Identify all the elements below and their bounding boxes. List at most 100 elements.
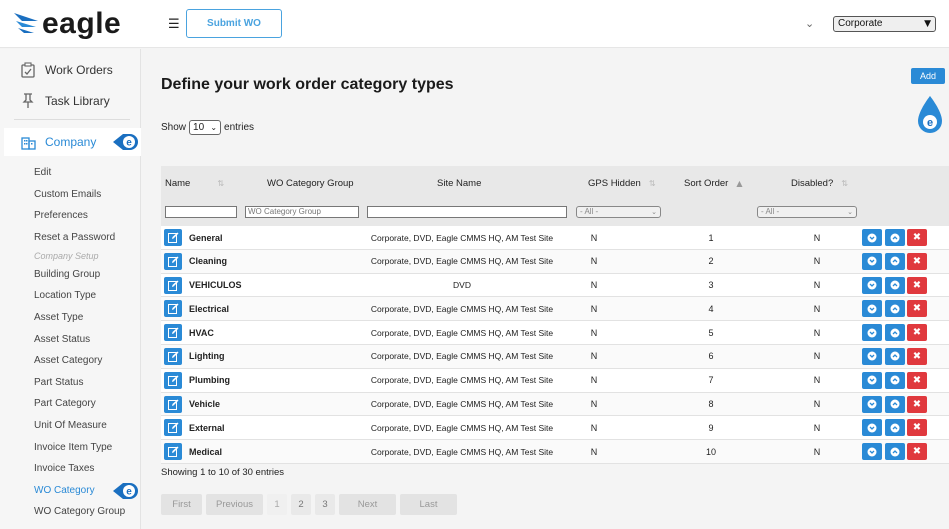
move-down-button[interactable] — [862, 347, 882, 365]
edit-button[interactable] — [164, 395, 182, 413]
move-down-button[interactable] — [862, 276, 882, 294]
move-down-button[interactable] — [862, 443, 882, 461]
delete-button[interactable]: ✖ — [907, 443, 927, 461]
chevron-down-icon[interactable]: ⌄ — [805, 17, 814, 30]
edit-button[interactable] — [164, 347, 182, 365]
edit-button[interactable] — [164, 229, 182, 246]
edit-button[interactable] — [164, 371, 182, 389]
move-up-button[interactable] — [885, 252, 905, 270]
edit-icon — [167, 399, 178, 410]
close-icon: ✖ — [912, 374, 922, 386]
sidebar-subitem-location-type[interactable]: Location Type — [34, 290, 96, 301]
move-up-button[interactable] — [885, 324, 905, 342]
pager-next-button[interactable]: Next — [339, 494, 396, 515]
move-up-button[interactable] — [885, 395, 905, 413]
move-down-button[interactable] — [862, 371, 882, 389]
pager-page-1[interactable]: 1 — [267, 494, 287, 515]
move-down-button[interactable] — [862, 324, 882, 342]
column-header-name[interactable]: Name ⇅ — [165, 166, 224, 201]
chevron-down-circle-icon — [867, 256, 877, 266]
cell-gps-hidden: N — [590, 303, 598, 314]
column-header-sort-order[interactable]: Sort Order ▲ — [684, 166, 743, 201]
chevron-up-circle-icon — [890, 423, 900, 433]
cell-disabled: N — [813, 280, 821, 291]
move-down-button[interactable] — [862, 229, 882, 246]
move-down-button[interactable] — [862, 300, 882, 318]
close-icon: ✖ — [912, 446, 922, 458]
edit-button[interactable] — [164, 300, 182, 318]
move-up-button[interactable] — [885, 443, 905, 461]
cell-disabled: N — [813, 375, 821, 386]
submit-wo-button[interactable]: Submit WO — [186, 9, 282, 38]
sidebar-subitem-custom-emails[interactable]: Custom Emails — [34, 189, 101, 200]
edit-button[interactable] — [164, 419, 182, 437]
sidebar-subitem-part-status[interactable]: Part Status — [34, 377, 83, 388]
sidebar-subitem-asset-type[interactable]: Asset Type — [34, 312, 83, 323]
chevron-up-circle-icon — [890, 399, 900, 409]
disabled-filter-select[interactable]: - All - ⌄ — [757, 206, 857, 218]
sidebar-item-task-library[interactable]: Task Library — [18, 93, 110, 109]
pager-last-button[interactable]: Last — [400, 494, 457, 515]
move-up-button[interactable] — [885, 229, 905, 246]
delete-button[interactable]: ✖ — [907, 252, 927, 270]
delete-button[interactable]: ✖ — [907, 229, 927, 246]
move-up-button[interactable] — [885, 276, 905, 294]
eagle-logo[interactable]: eagle — [12, 7, 121, 41]
pager-page-3[interactable]: 3 — [315, 494, 335, 515]
delete-button[interactable]: ✖ — [907, 371, 927, 389]
cell-sort-order: 7 — [708, 375, 714, 386]
page-length-select[interactable]: 10 ⌄ — [189, 120, 222, 135]
edit-button[interactable] — [164, 252, 182, 270]
delete-button[interactable]: ✖ — [907, 324, 927, 342]
filter-select-value: - All - — [580, 207, 599, 216]
add-button[interactable]: Add — [911, 68, 945, 84]
delete-button[interactable]: ✖ — [907, 419, 927, 437]
delete-button[interactable]: ✖ — [907, 395, 927, 413]
move-down-button[interactable] — [862, 419, 882, 437]
delete-button[interactable]: ✖ — [907, 300, 927, 318]
sidebar-subitem-unit-of-measure[interactable]: Unit Of Measure — [34, 420, 107, 431]
sidebar-subitem-part-category[interactable]: Part Category — [34, 398, 96, 409]
sidebar-subitem-edit[interactable]: Edit — [34, 167, 51, 178]
gps-hidden-filter-select[interactable]: - All - ⌄ — [576, 206, 661, 218]
sidebar-subitem-invoice-item-type[interactable]: Invoice Item Type — [34, 442, 112, 453]
menu-toggle-icon[interactable]: ☰ — [168, 17, 180, 32]
column-header-disabled[interactable]: Disabled? ⇅ — [791, 166, 848, 201]
edit-button[interactable] — [164, 276, 182, 294]
sidebar-subitem-wo-category[interactable]: WO Category — [34, 485, 95, 496]
move-up-button[interactable] — [885, 300, 905, 318]
column-header-gps-hidden[interactable]: GPS Hidden ⇅ — [588, 166, 656, 201]
move-up-button[interactable] — [885, 419, 905, 437]
chevron-down-circle-icon — [867, 423, 877, 433]
pager-first-button[interactable]: First — [161, 494, 202, 515]
move-up-button[interactable] — [885, 347, 905, 365]
move-down-button[interactable] — [862, 252, 882, 270]
edit-button[interactable] — [164, 324, 182, 342]
site-name-filter-input[interactable] — [367, 206, 567, 218]
table-row: Plumbing Corporate, DVD, Eagle CMMS HQ, … — [161, 368, 949, 393]
sidebar-item-work-orders[interactable]: Work Orders — [18, 62, 113, 78]
name-filter-input[interactable] — [165, 206, 237, 218]
sidebar-subitem-invoice-taxes[interactable]: Invoice Taxes — [34, 463, 94, 474]
sidebar-subitem-asset-status[interactable]: Asset Status — [34, 334, 90, 345]
sidebar-subitem-building-group[interactable]: Building Group — [34, 269, 100, 280]
cell-disabled: N — [813, 256, 821, 267]
move-up-button[interactable] — [885, 371, 905, 389]
eagle-droplet-icon[interactable]: e — [916, 95, 944, 135]
table-body: General Corporate, DVD, Eagle CMMS HQ, A… — [161, 226, 949, 464]
sidebar-subitem-reset-password[interactable]: Reset a Password — [34, 232, 115, 243]
sidebar-subitem-asset-category[interactable]: Asset Category — [34, 355, 102, 366]
pager-previous-button[interactable]: Previous — [206, 494, 263, 515]
sidebar-subitem-wo-category-group[interactable]: WO Category Group — [34, 506, 125, 517]
site-select[interactable]: Corporate ▼ — [833, 16, 936, 32]
delete-button[interactable]: ✖ — [907, 276, 927, 294]
page-length-control: Show 10 ⌄ entries — [161, 120, 254, 135]
table-row: Electrical Corporate, DVD, Eagle CMMS HQ… — [161, 297, 949, 322]
pager-page-2[interactable]: 2 — [291, 494, 311, 515]
sidebar-subitem-preferences[interactable]: Preferences — [34, 210, 88, 221]
edit-button[interactable] — [164, 443, 182, 461]
table-row: General Corporate, DVD, Eagle CMMS HQ, A… — [161, 226, 949, 250]
move-down-button[interactable] — [862, 395, 882, 413]
wo-category-group-filter-input[interactable]: WO Category Group — [245, 206, 359, 218]
delete-button[interactable]: ✖ — [907, 347, 927, 365]
